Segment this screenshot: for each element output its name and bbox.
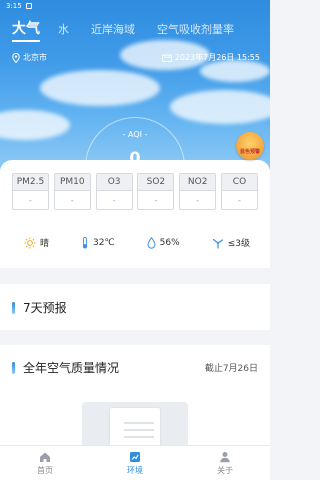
thermometer-icon [82,236,88,248]
humidity-text: 56% [159,237,180,248]
weather-condition-text: 晴 [40,239,50,249]
forecast-title: 7天预报 [23,301,67,315]
empty-document-icon [110,408,160,446]
update-time: 2023年7月26日 15:55 [161,52,260,63]
wind-icon [212,238,223,249]
location[interactable]: 北京市 [12,52,47,63]
pollutant-name: O3 [96,174,132,191]
forecast-header[interactable]: 7天预报 [12,299,67,316]
nav-about[interactable]: 关于 [217,451,233,476]
pollutant-name: SO2 [138,174,174,191]
warning-badge[interactable]: 蓝色预警 [236,132,264,160]
annual-note: 截止7月26日 [204,364,258,374]
pollutant-value: - [29,195,32,205]
nav-environment[interactable]: 环境 [127,451,143,476]
pollutant-pm25[interactable]: PM2.5 - [12,173,49,210]
forecast-section: 7天预报 [0,284,270,330]
warning-badge-text: 蓝色预警 [239,149,260,155]
annual-title: 全年空气质量情况 [23,361,120,375]
pollutant-grid: PM2.5 - PM10 - O3 - SO2 - NO2 - CO - [12,173,258,210]
aqi-label: - AQI - [122,130,148,139]
pollutant-so2[interactable]: SO2 - [137,173,175,210]
city-name: 北京市 [23,53,47,62]
pollutant-name: PM2.5 [13,174,48,191]
location-row: 北京市 2023年7月26日 15:55 [12,52,260,63]
weather-condition: 晴 [24,236,49,249]
pollutant-value: - [154,195,158,205]
sun-icon [24,237,36,248]
cloud-decoration [170,90,270,124]
status-bar: 3:15 [0,0,270,12]
tab-coastal[interactable]: 近岸海域 [91,21,135,37]
cloud-decoration [40,70,160,106]
pollutant-name: PM10 [54,174,90,191]
pollutant-value: - [196,195,200,205]
user-icon [220,451,230,462]
status-time: 3:15 [6,2,22,10]
nav-about-label: 关于 [217,465,233,475]
tab-radiation[interactable]: 空气吸收剂量率 [157,21,234,37]
nav-home-label: 首页 [37,465,53,475]
pollutant-value: - [112,195,116,205]
wind-text: ≤3级 [227,239,250,249]
clock-icon [161,54,172,62]
temperature-text: 32℃ [93,237,115,248]
pollutant-name: CO [221,174,257,191]
wind: ≤3级 [212,236,250,249]
section-marker [12,301,15,314]
temperature: 32℃ [81,236,115,249]
pollutant-no2[interactable]: NO2 - [179,173,217,210]
annual-header: 全年空气质量情况 [12,359,119,376]
home-icon [40,452,50,462]
datetime: 2023年7月26日 15:55 [174,53,260,62]
notification-icon [25,3,32,9]
pollutant-pm10[interactable]: PM10 - [53,173,91,210]
bottom-navigation: 首页 环境 关于 [0,445,270,480]
pollutant-co[interactable]: CO - [220,173,258,210]
location-pin-icon [12,52,20,63]
pollutant-o3[interactable]: O3 - [95,173,133,210]
humidity: 56% [147,236,180,249]
weather-row: 晴 32℃ 56% ≤3级 [24,236,250,249]
nav-home[interactable]: 首页 [37,451,53,476]
cloud-decoration [200,60,270,82]
pollutant-value: - [70,195,74,205]
tab-water[interactable]: 水 [58,21,69,37]
environment-icon [130,451,140,462]
nav-environment-label: 环境 [127,465,143,475]
tab-air[interactable]: 大气 [12,18,40,42]
section-marker [12,361,15,374]
humidity-drop-icon [147,236,156,249]
category-tabs: 大气 水 近岸海域 空气吸收剂量率 [12,18,256,42]
pollutant-value: - [238,195,241,205]
pollutant-name: NO2 [180,174,216,191]
